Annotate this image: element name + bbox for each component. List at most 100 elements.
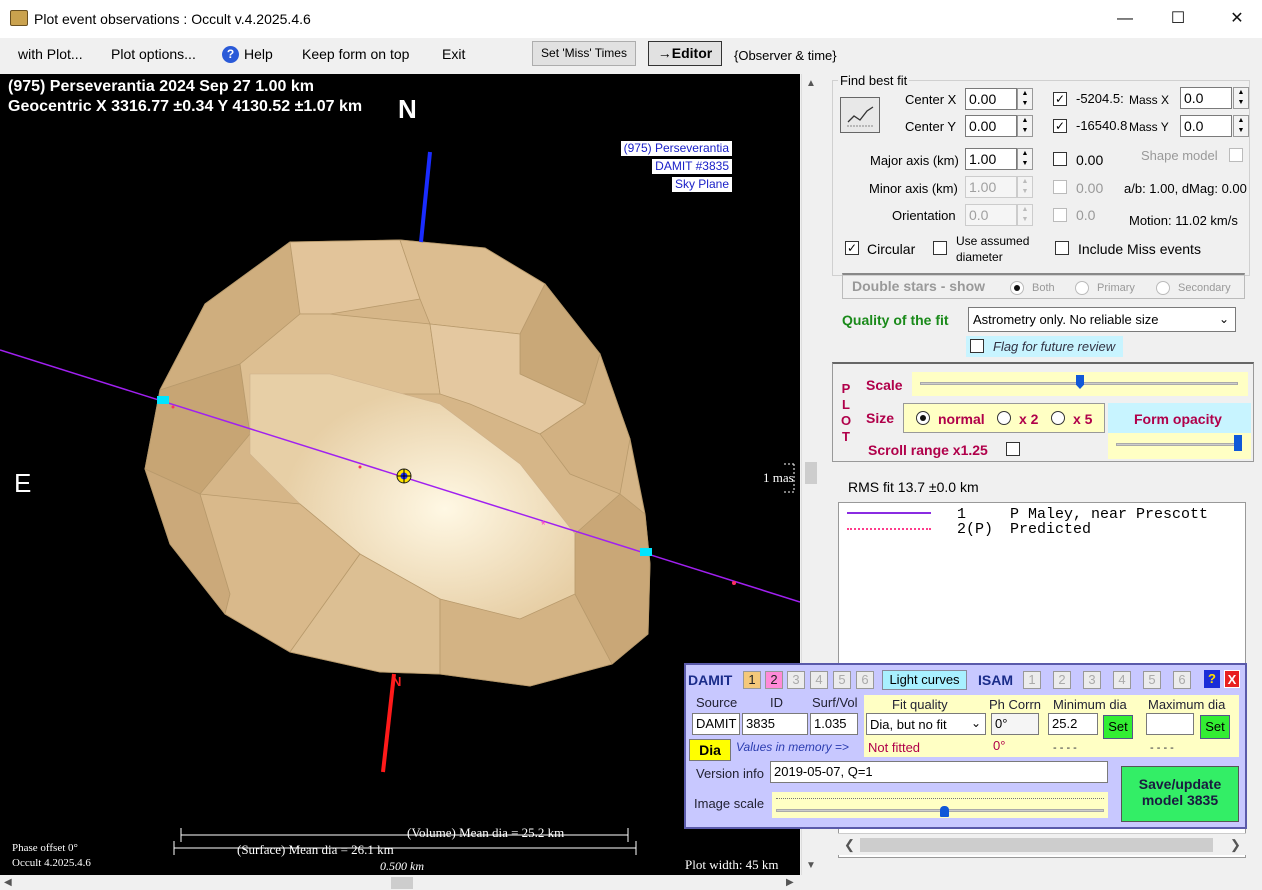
phcorr-header: Ph Corrn	[989, 697, 1042, 712]
light-curves-button[interactable]: Light curves	[882, 670, 967, 690]
menu-keep-on-top[interactable]: Keep form on top	[302, 46, 409, 62]
plot-horizontal-scrollbar[interactable]: ◀ ▶	[0, 875, 800, 890]
menu-exit[interactable]: Exit	[442, 46, 465, 62]
mass-x-spinner[interactable]: ▲ ▼	[1233, 87, 1249, 109]
flag-review-checkbox[interactable]	[970, 339, 984, 353]
quality-select[interactable]: Astrometry only. No reliable size ⌄	[968, 307, 1236, 332]
major-axis-label: Major axis (km)	[870, 153, 959, 168]
damit-model-2-button[interactable]: 2	[765, 671, 783, 689]
minor-axis-checkbox[interactable]	[1053, 180, 1067, 194]
center-x-input[interactable]: 0.00	[965, 88, 1017, 110]
fitq-select[interactable]: Dia, but no fit ⌄	[866, 713, 986, 735]
orientation-spinner[interactable]: ▲ ▼	[1017, 204, 1033, 226]
surfvol-header: Surf/Vol	[812, 695, 858, 710]
center-x-label: Center X	[905, 92, 957, 107]
orientation-input[interactable]: 0.0	[965, 204, 1017, 226]
size-x2-label: x 2	[1019, 411, 1039, 427]
scale-slider[interactable]	[912, 372, 1248, 396]
maxdia-input[interactable]	[1146, 713, 1194, 735]
set-min-dia-button[interactable]: Set	[1103, 715, 1133, 739]
save-update-model-button[interactable]: Save/update model 3835	[1121, 766, 1239, 822]
damit-model-4-button[interactable]: 4	[810, 671, 828, 689]
observer-list-hscrollbar[interactable]: ❮ ❯	[838, 833, 1246, 855]
both-radio[interactable]	[1010, 281, 1024, 295]
maximize-button[interactable]: ☐	[1163, 8, 1193, 30]
set-max-dia-button[interactable]: Set	[1200, 715, 1230, 739]
size-x5-radio[interactable]	[1051, 411, 1065, 425]
secondary-radio[interactable]	[1156, 281, 1170, 295]
version-info-input[interactable]: 2019-05-07, Q=1	[770, 761, 1108, 783]
plot-canvas[interactable]: * (975) Perseverantia 2024 Sep 27 1.00 k…	[0, 74, 800, 875]
id-input[interactable]: 3835	[742, 713, 808, 735]
offset-y-checkbox[interactable]: ✓	[1053, 119, 1067, 133]
chord-end-marker	[640, 548, 652, 556]
major-axis-input[interactable]: 1.00	[965, 148, 1017, 170]
major-axis-spinner[interactable]: ▲ ▼	[1017, 148, 1033, 170]
find-best-fit-button[interactable]	[840, 97, 880, 133]
shape-model-checkbox[interactable]	[1229, 148, 1243, 162]
center-y-input[interactable]: 0.00	[965, 115, 1017, 137]
isam-model-4-button[interactable]: 4	[1113, 671, 1131, 689]
circular-checkbox[interactable]: ✓	[845, 241, 859, 255]
version-info-label: Version info	[696, 766, 764, 781]
isam-model-6-button[interactable]: 6	[1173, 671, 1191, 689]
isam-model-3-button[interactable]: 3	[1083, 671, 1101, 689]
use-assumed-checkbox[interactable]	[933, 241, 947, 255]
mass-y-spinner[interactable]: ▲ ▼	[1233, 115, 1249, 137]
offset-x-checkbox[interactable]: ✓	[1053, 92, 1067, 106]
minimize-button[interactable]: —	[1110, 8, 1140, 30]
phase-offset-label: Phase offset 0°	[12, 842, 78, 854]
form-opacity-thumb[interactable]	[1234, 435, 1242, 451]
isam-model-5-button[interactable]: 5	[1143, 671, 1161, 689]
include-miss-checkbox[interactable]	[1055, 241, 1069, 255]
occult-version-label: Occult 4.2025.4.6	[12, 857, 91, 869]
major-axis-checkbox[interactable]	[1053, 152, 1067, 166]
fitq-memory-value: Not fitted	[868, 740, 921, 755]
orientation-checkbox[interactable]	[1053, 208, 1067, 222]
form-opacity-slider[interactable]	[1108, 433, 1251, 459]
center-y-spinner[interactable]: ▲ ▼	[1017, 115, 1033, 137]
minor-axis-spinner[interactable]: ▲ ▼	[1017, 176, 1033, 198]
isam-model-2-button[interactable]: 2	[1053, 671, 1071, 689]
plot-header-line2: Geocentric X 3316.77 ±0.34 Y 4130.52 ±1.…	[8, 98, 363, 115]
menu-with-plot[interactable]: with Plot...	[18, 46, 83, 62]
surfvol-input[interactable]: 1.035	[810, 713, 858, 735]
damit-model-5-button[interactable]: 5	[833, 671, 851, 689]
mass-y-input[interactable]: 0.0	[1180, 115, 1232, 137]
center-x-spinner[interactable]: ▲ ▼	[1017, 88, 1033, 110]
mindia-input[interactable]: 25.2	[1048, 713, 1098, 735]
help-icon[interactable]: ?	[222, 46, 239, 63]
image-scale-thumb[interactable]	[940, 806, 949, 817]
mass-x-input[interactable]: 0.0	[1180, 87, 1232, 109]
east-label: E	[14, 468, 32, 498]
editor-button[interactable]: →Editor	[648, 41, 722, 66]
damit-model-6-button[interactable]: 6	[856, 671, 874, 689]
find-best-fit-label: Find best fit	[838, 73, 910, 88]
close-button[interactable]: ✕	[1222, 8, 1252, 30]
sky-label-damit: DAMIT #3835	[652, 159, 732, 174]
image-scale-slider[interactable]	[772, 792, 1108, 818]
damit-model-3-button[interactable]: 3	[787, 671, 805, 689]
primary-label: Primary	[1097, 282, 1135, 294]
menu-plot-options[interactable]: Plot options...	[111, 46, 196, 62]
damit-help-button[interactable]: ?	[1204, 670, 1220, 688]
orientation-label: Orientation	[892, 208, 956, 223]
minor-axis-input[interactable]: 1.00	[965, 176, 1017, 198]
size-normal-radio[interactable]	[916, 411, 930, 425]
shape-model-label: Shape model	[1141, 148, 1218, 163]
set-miss-times-button[interactable]: Set 'Miss' Times	[532, 41, 636, 66]
mass-y-label: Mass Y	[1129, 120, 1169, 134]
source-input[interactable]: DAMIT	[692, 713, 740, 735]
primary-radio[interactable]	[1075, 281, 1089, 295]
menu-help[interactable]: Help	[244, 46, 273, 62]
dia-button[interactable]: Dia	[689, 739, 731, 761]
size-x2-radio[interactable]	[997, 411, 1011, 425]
damit-model-1-button[interactable]: 1	[743, 671, 761, 689]
use-assumed-label-2: diameter	[956, 250, 1003, 264]
phcorr-input[interactable]: 0°	[991, 713, 1039, 735]
mas-label: 1 mas	[763, 470, 794, 485]
scale-slider-thumb[interactable]	[1076, 375, 1084, 389]
scroll-range-checkbox[interactable]	[1006, 442, 1020, 456]
damit-close-button[interactable]: X	[1224, 670, 1240, 688]
isam-model-1-button[interactable]: 1	[1023, 671, 1041, 689]
